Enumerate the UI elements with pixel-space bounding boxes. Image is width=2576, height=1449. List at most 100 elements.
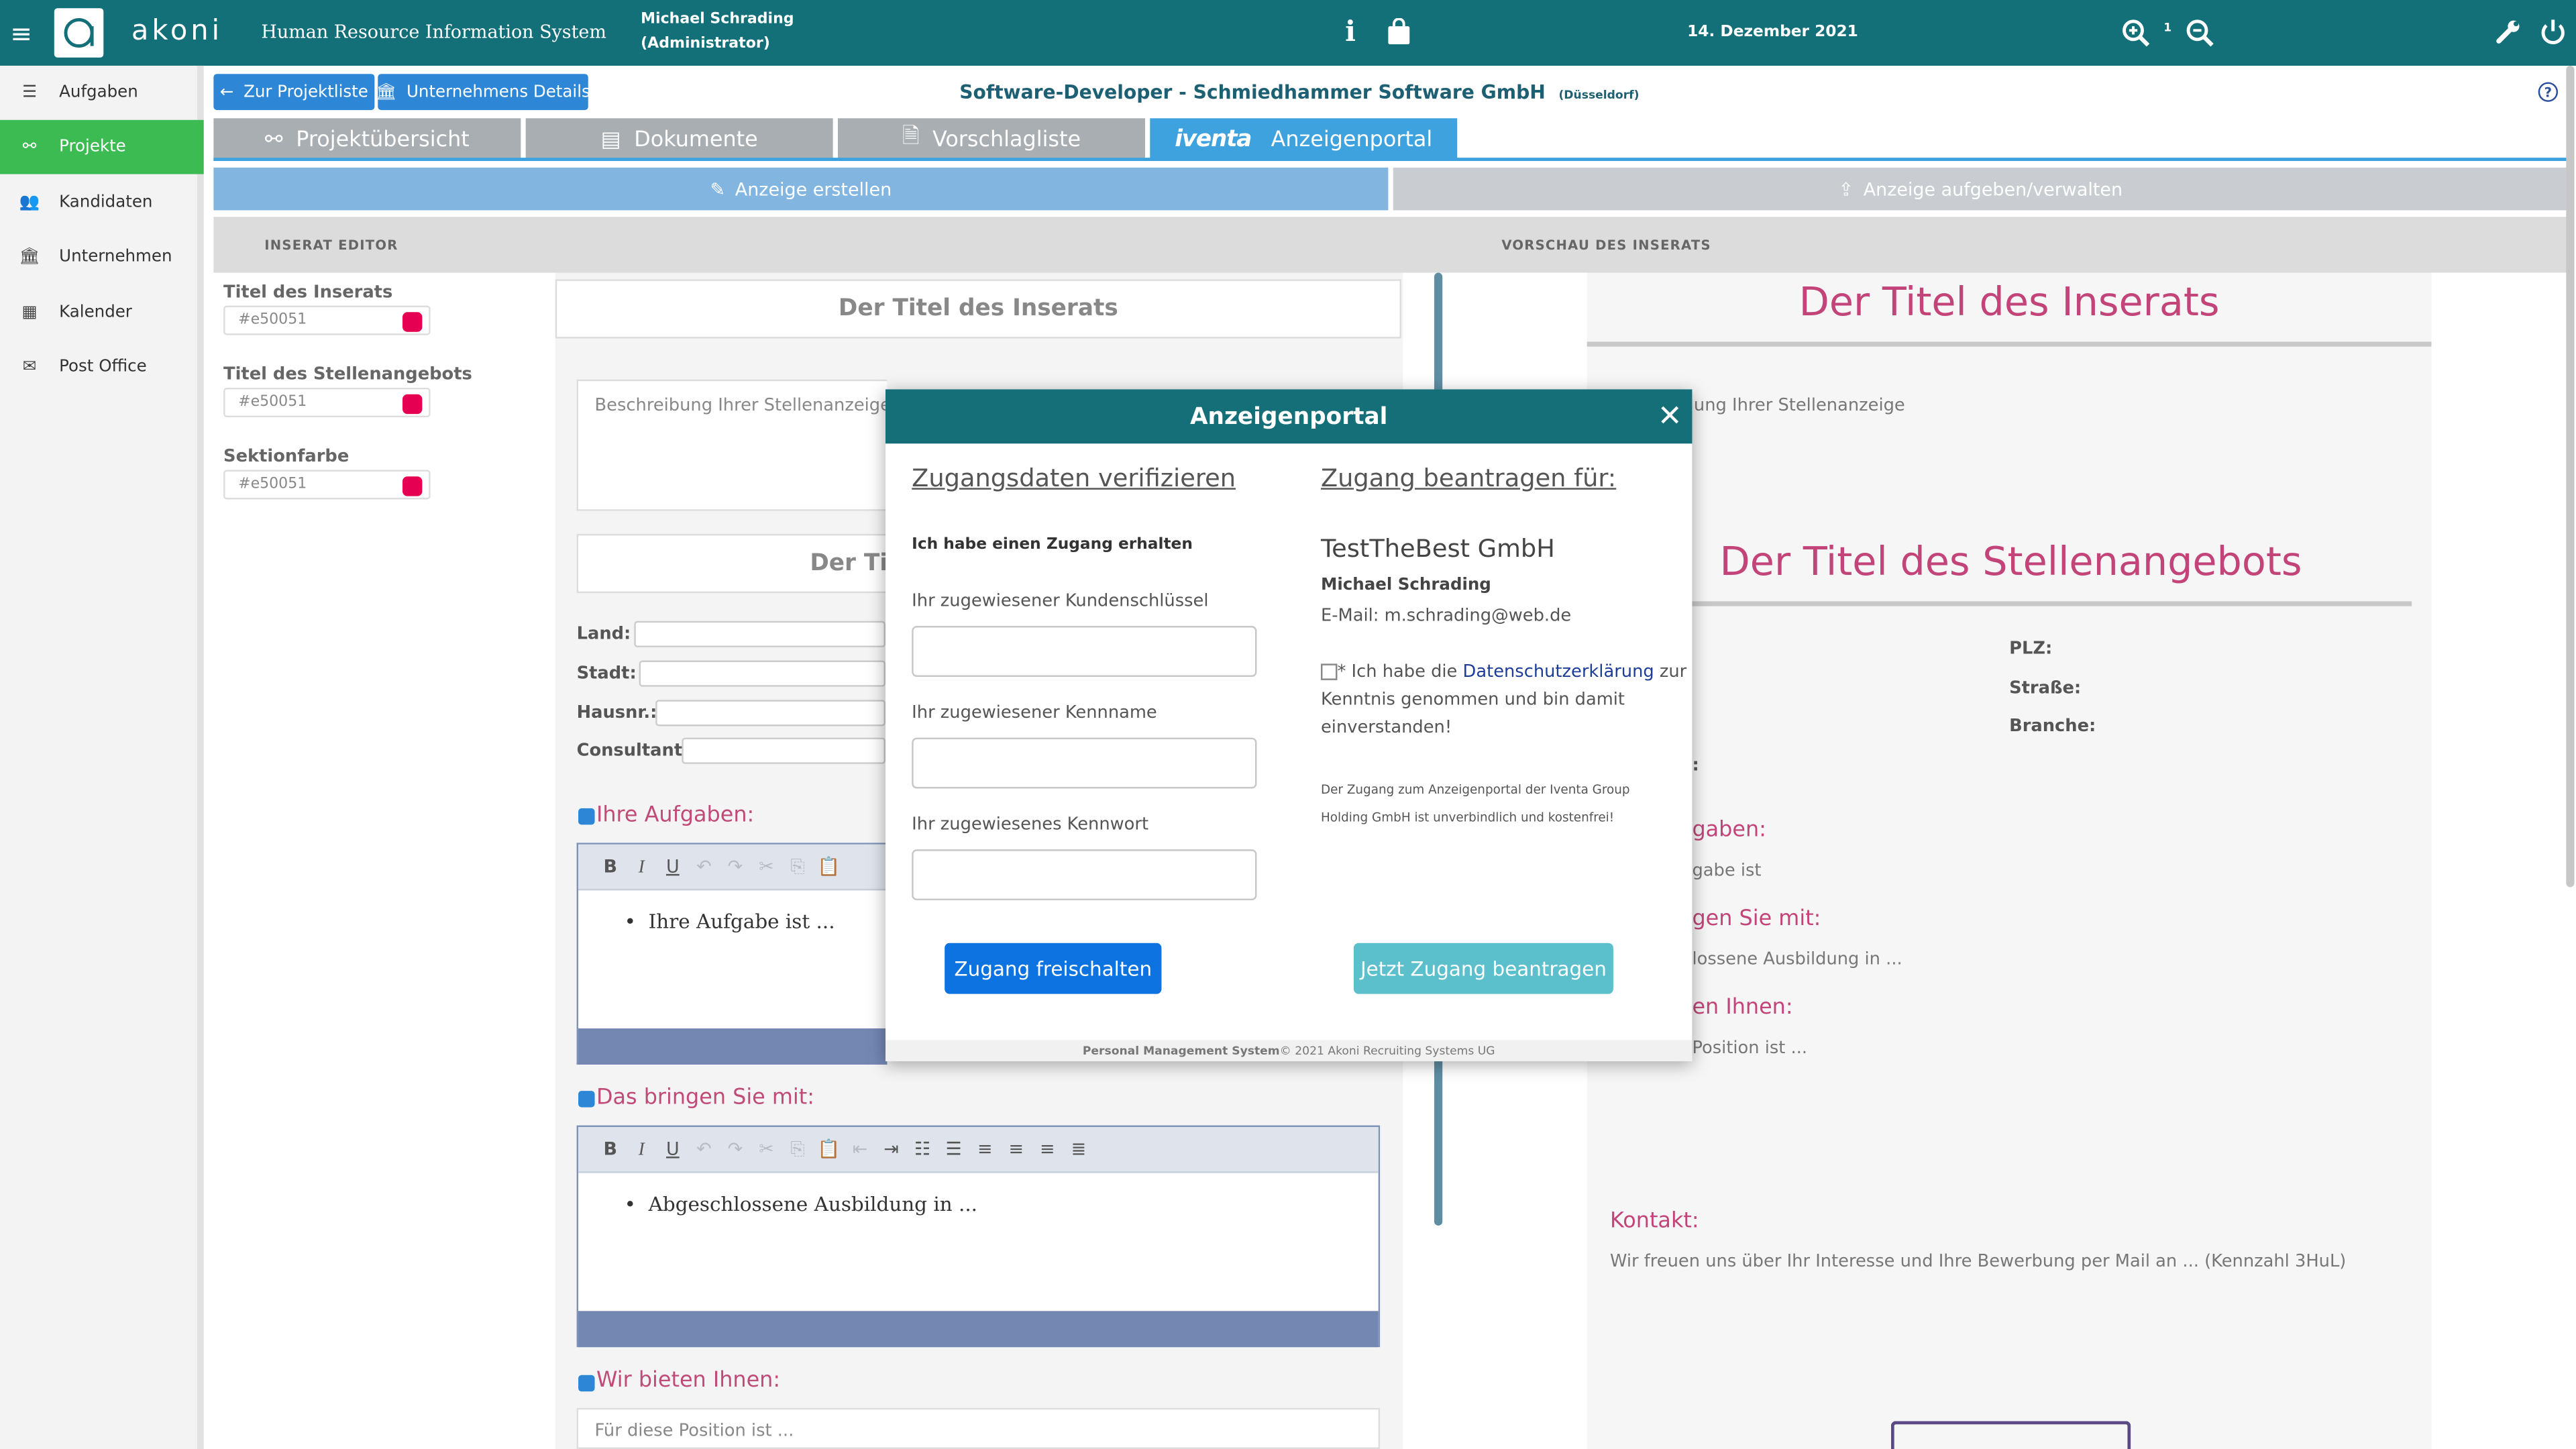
info-icon[interactable]: i: [1339, 16, 1362, 49]
align-right-icon[interactable]: ≡: [1032, 1138, 1063, 1160]
preview-section-text: gabe ist: [1692, 861, 1762, 881]
color-field-label: Titel des Inserats: [223, 282, 393, 303]
hausnr-label: Hausnr.:: [576, 703, 657, 723]
privacy-link[interactable]: Datenschutzerklärung: [1463, 662, 1654, 682]
sidebar-item-label: Projekte: [59, 138, 126, 156]
hamburger-menu-icon[interactable]: ≡: [7, 16, 36, 49]
zoom-out-icon[interactable]: [2184, 16, 2216, 49]
footer-bold: Personal Management System: [1082, 1044, 1280, 1057]
rich-text-editor[interactable]: B I U ↶ ↷ ✂ ⎘ 📋 ⇤ ⇥ ☷ ☰ ≡ ≡ ≡ ≣ • Abgeschlossene Ausbil…: [576, 1125, 1381, 1348]
close-icon[interactable]: ✕: [1658, 399, 1682, 433]
indent-icon[interactable]: ⇥: [875, 1138, 907, 1160]
align-justify-icon[interactable]: ≣: [1063, 1138, 1094, 1160]
manage-ad-tab[interactable]: ⇪ Anzeige aufgeben/verwalten: [1393, 167, 2568, 211]
color-swatch[interactable]: [402, 394, 423, 415]
sidebar-item-label: Post Office: [59, 358, 147, 376]
preview-job-title: Der Titel des Stellenangebots: [1719, 539, 2302, 585]
preview-title-divider: [1587, 341, 2432, 347]
color-swatch[interactable]: [402, 312, 423, 332]
customer-key-input[interactable]: [912, 626, 1257, 677]
italic-icon[interactable]: I: [626, 857, 657, 876]
privacy-line3: einverstanden!: [1320, 718, 1452, 738]
undo-icon[interactable]: ↶: [688, 1138, 720, 1160]
bank-icon: 🏛: [376, 83, 397, 101]
rich-text-editor[interactable]: B I U ↶ ↷ ✂ ⎘ 📋 • Ihre Aufgabe ist ...: [576, 843, 888, 1065]
project-title: Software-Developer - Schmiedhammer Softw…: [959, 80, 1639, 103]
redo-icon[interactable]: ↷: [720, 1138, 751, 1160]
color-swatch[interactable]: [402, 476, 423, 496]
offer-textarea[interactable]: Für diese Position ist ...: [576, 1407, 1381, 1449]
stadt-input[interactable]: [639, 660, 886, 687]
page-scrollbar[interactable]: [2566, 65, 2575, 888]
username-input[interactable]: [912, 737, 1257, 789]
color-field-section[interactable]: #e50051: [223, 470, 431, 500]
tab-dokumente[interactable]: ▤ Dokumente: [525, 118, 833, 162]
request-access-button[interactable]: Jetzt Zugang beantragen: [1353, 943, 1613, 994]
stadt-label: Stadt:: [576, 663, 637, 684]
sidebar-item-kalender[interactable]: ▦ Kalender: [0, 286, 204, 340]
section-checkbox[interactable]: [578, 1091, 595, 1108]
bank-icon: 🏛: [19, 248, 40, 266]
unordered-list-icon[interactable]: ☰: [938, 1138, 969, 1160]
copy-icon[interactable]: ⎘: [782, 855, 814, 878]
preview-section-title: gen Sie mit:: [1692, 906, 1821, 932]
consultant-label: Consultant:: [576, 741, 690, 761]
tab-label: Dokumente: [634, 127, 758, 152]
color-field-job-title[interactable]: #e50051: [223, 387, 431, 418]
company-details-button[interactable]: 🏛 Unternehmens Details: [376, 74, 590, 111]
paste-icon[interactable]: 📋: [813, 856, 845, 877]
color-field-title[interactable]: #e50051: [223, 305, 431, 335]
land-input[interactable]: [634, 621, 886, 647]
undo-icon[interactable]: ↶: [688, 856, 720, 877]
section-checkbox[interactable]: [578, 1375, 595, 1392]
tab-vorschlagliste[interactable]: 🗎 Vorschlagliste: [837, 118, 1145, 162]
current-date: 14. Dezember 2021: [1687, 23, 1858, 42]
unlock-access-button[interactable]: Zugang freischalten: [945, 943, 1162, 994]
power-icon[interactable]: [2538, 15, 2568, 48]
preview-strasse-label: Straße:: [2009, 678, 2082, 698]
cut-icon[interactable]: ✂: [751, 856, 782, 877]
align-center-icon[interactable]: ≡: [1000, 1138, 1032, 1160]
bold-icon[interactable]: B: [595, 1138, 627, 1160]
italic-icon[interactable]: I: [626, 1139, 657, 1159]
wrench-icon[interactable]: [2494, 16, 2524, 46]
underline-icon[interactable]: U: [657, 1138, 689, 1160]
project-title-text: Software-Developer - Schmiedhammer Softw…: [959, 80, 1546, 104]
copy-icon[interactable]: ⎘: [782, 1138, 814, 1161]
shopping-bag-icon[interactable]: [1385, 16, 1411, 46]
ordered-list-icon[interactable]: ☷: [907, 1138, 938, 1160]
user-name: Michael Schrading: [641, 11, 794, 28]
request-access-heading[interactable]: Zugang beantragen für:: [1321, 464, 1616, 493]
bold-icon[interactable]: B: [595, 856, 627, 877]
tab-projektuebersicht[interactable]: ⚯ Projektübersicht: [213, 118, 521, 162]
preview-apply-button[interactable]: [1890, 1421, 2131, 1449]
redo-icon[interactable]: ↷: [720, 856, 751, 877]
request-email: E-Mail: m.schrading@web.de: [1320, 606, 1572, 627]
align-left-icon[interactable]: ≡: [969, 1138, 1001, 1160]
cut-icon[interactable]: ✂: [751, 1138, 782, 1160]
section-checkbox[interactable]: [578, 808, 595, 825]
tab-anzeigenportal[interactable]: iventa Anzeigenportal: [1150, 118, 1458, 162]
manage-ad-label: Anzeige aufgeben/verwalten: [1863, 178, 2123, 200]
privacy-checkbox[interactable]: [1320, 663, 1338, 680]
sidebar-item-post-office[interactable]: ✉ Post Office: [0, 340, 204, 394]
sidebar-item-kandidaten[interactable]: 👥 Kandidaten: [0, 176, 204, 230]
job-title-input[interactable]: Der Tit: [576, 533, 898, 594]
password-input[interactable]: [912, 849, 1257, 901]
underline-icon[interactable]: U: [657, 856, 689, 877]
help-icon[interactable]: ?: [2538, 82, 2559, 102]
create-ad-tab[interactable]: ✎ Anzeige erstellen: [213, 167, 1389, 211]
sidebar-item-unternehmen[interactable]: 🏛 Unternehmen: [0, 230, 204, 284]
verify-access-heading[interactable]: Zugangsdaten verifizieren: [912, 464, 1236, 493]
outdent-icon[interactable]: ⇤: [845, 1138, 876, 1160]
ad-title-input[interactable]: Der Titel des Inserats: [555, 279, 1401, 339]
back-to-project-list-button[interactable]: ← Zur Projektliste: [213, 74, 375, 111]
list-item: • Ihre Aufgabe ist ...: [624, 910, 835, 934]
description-textarea[interactable]: Beschreibung Ihrer Stellenanzeige: [576, 379, 891, 511]
sidebar-item-projekte[interactable]: ⚯ Projekte: [0, 119, 204, 174]
sidebar-item-aufgaben[interactable]: ☰ Aufgaben: [0, 66, 204, 120]
zoom-in-icon[interactable]: [2119, 16, 2152, 49]
paste-icon[interactable]: 📋: [813, 1138, 845, 1160]
hausnr-input[interactable]: [655, 700, 886, 727]
consultant-select[interactable]: [682, 737, 886, 764]
